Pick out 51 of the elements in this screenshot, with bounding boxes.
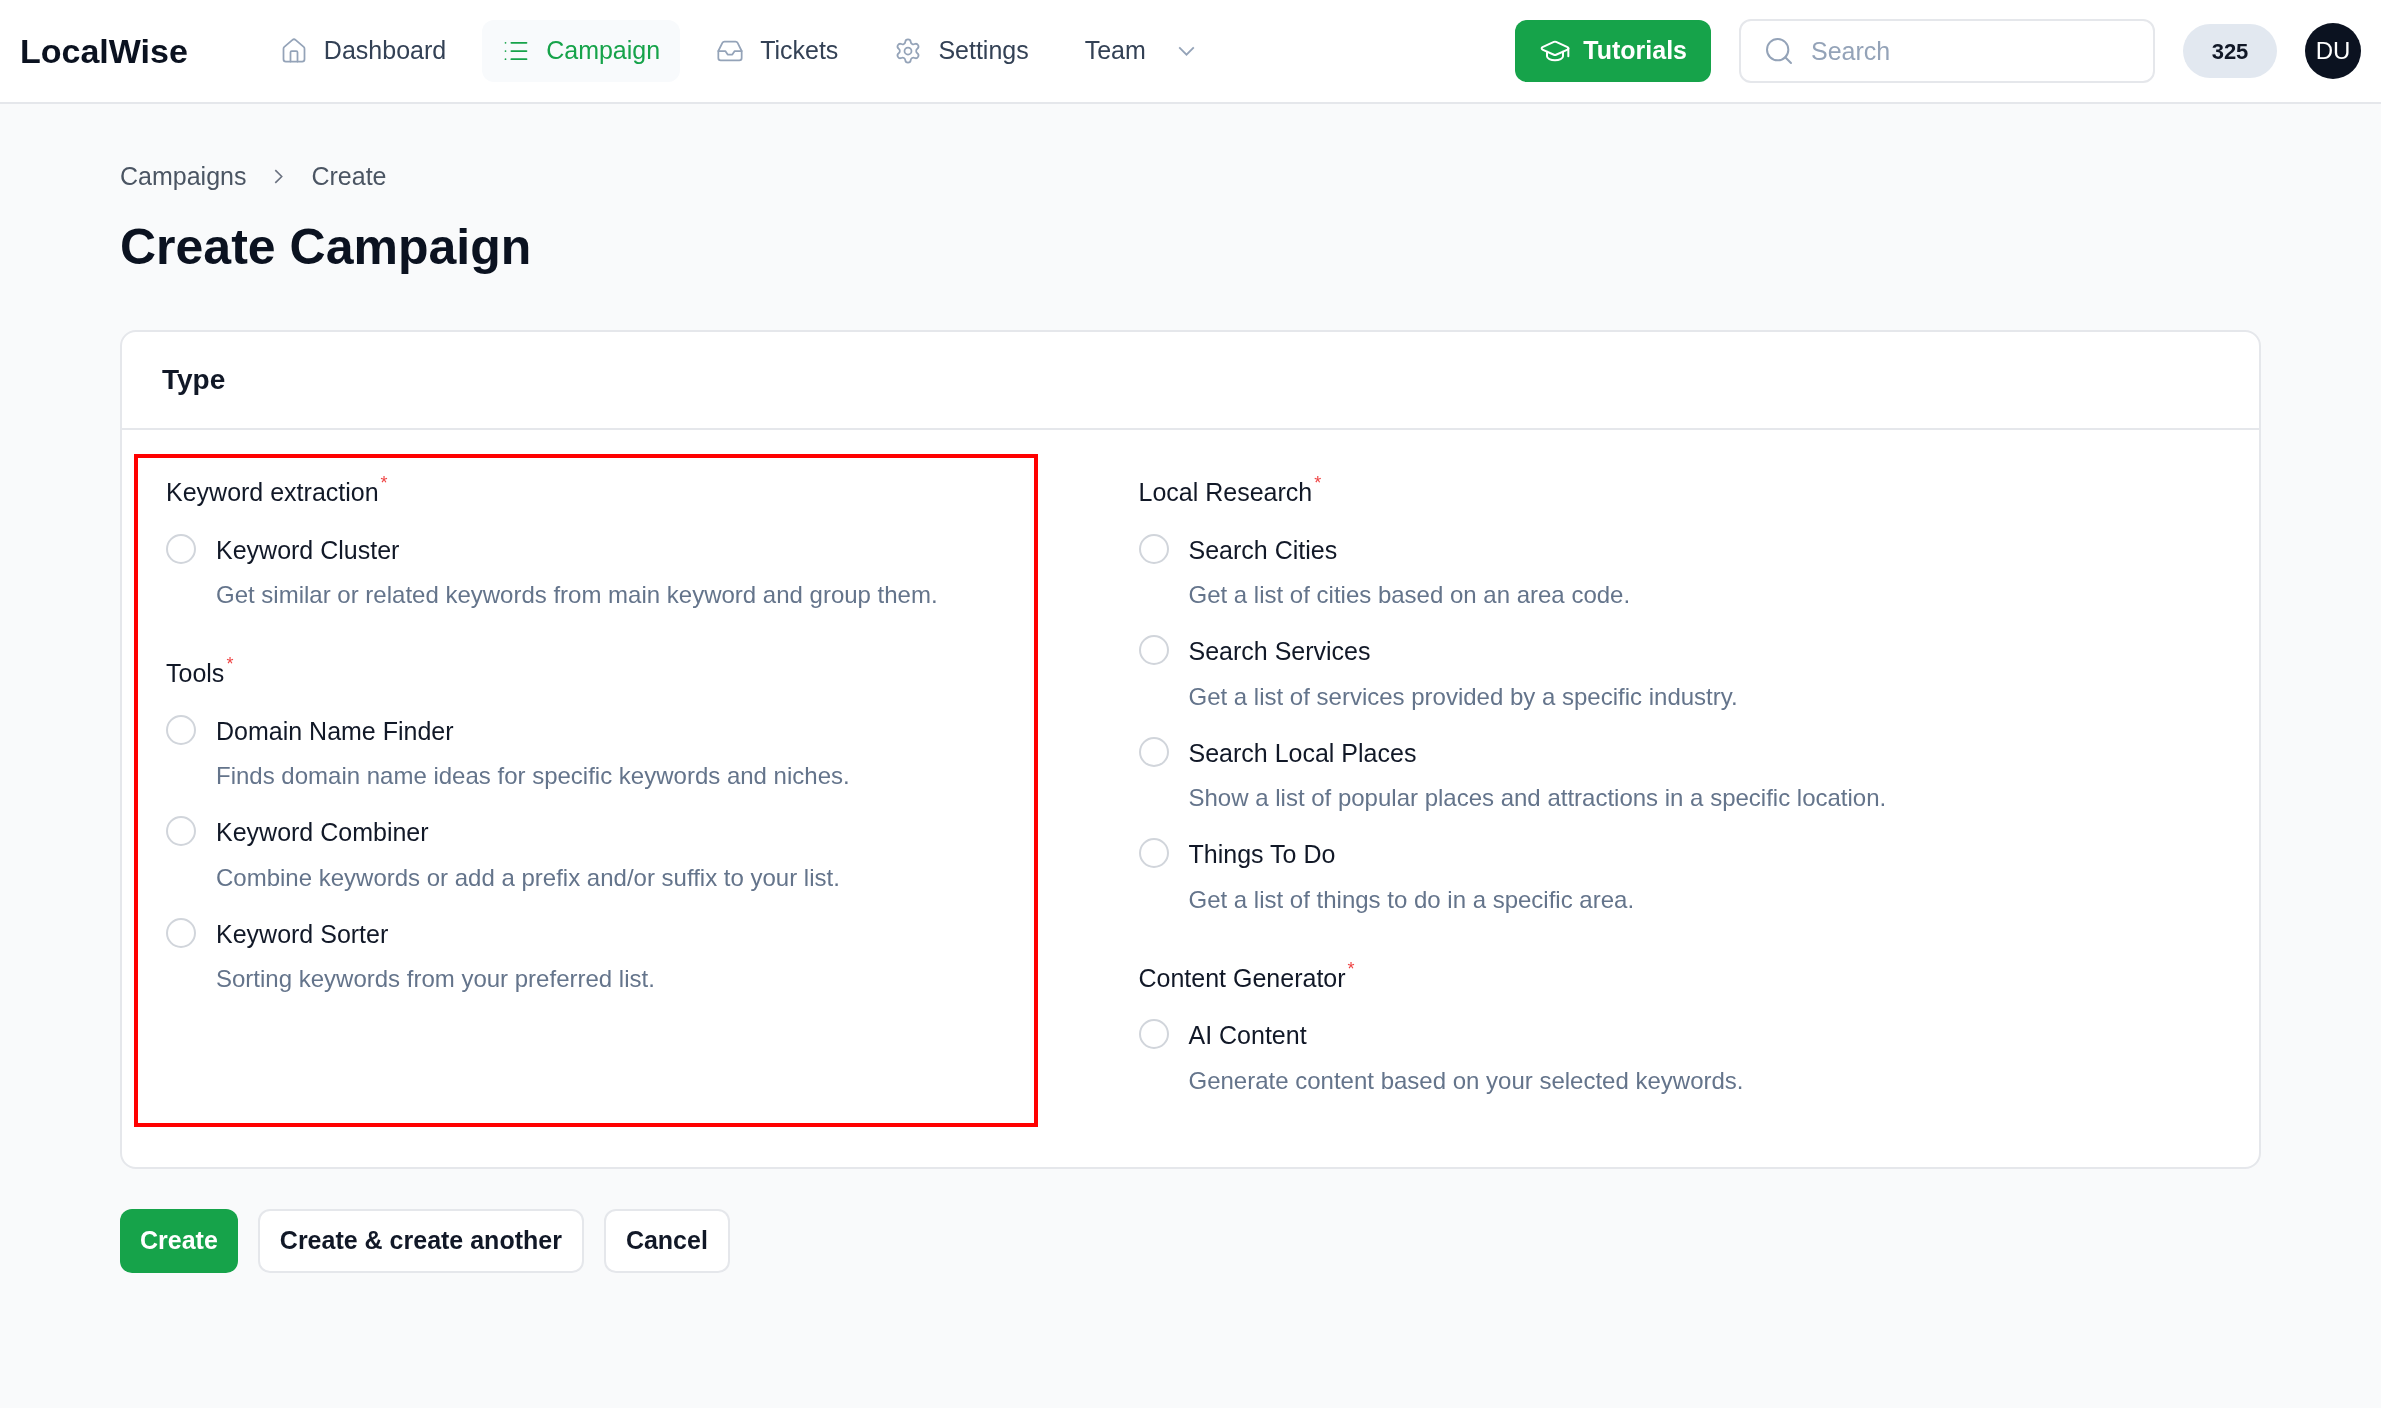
option-description: Generate content based on your selected keywords. [1188, 1065, 1744, 1096]
option-label: Search Services [1188, 636, 1372, 667]
option-description: Sorting keywords from your preferred list. [216, 964, 655, 994]
group-label: Content Generator [1138, 962, 1346, 994]
nav-tab[interactable]: Settings [874, 20, 1049, 82]
secondary-button[interactable]: Cancel [603, 1208, 730, 1273]
radio-button[interactable] [166, 714, 196, 745]
option-description: Get a list of services provided by a specific industry. [1188, 681, 1738, 712]
required-asterisk: * [1347, 959, 1355, 978]
option-label: Search Local Places [1188, 737, 1418, 769]
radio-button[interactable] [1138, 533, 1169, 564]
radio-button[interactable] [1138, 736, 1169, 767]
brand-logo: LocalWise [20, 30, 188, 72]
radio-button[interactable] [1138, 635, 1169, 665]
nav-tab[interactable]: Team [1064, 20, 1215, 82]
search-field[interactable]: Search [1739, 19, 2155, 83]
option-label: Search Cities [1188, 534, 1339, 566]
group-label: Keyword extraction [166, 477, 379, 508]
option-label: AI Content [1188, 1020, 1308, 1051]
radio-button[interactable] [166, 533, 196, 564]
radio-button[interactable] [1138, 838, 1169, 868]
option-description: Show a list of popular places and attractions in a specific location. [1188, 783, 1887, 813]
option-label: Keyword Cluster [216, 534, 401, 566]
option-description: Combine keywords or add a prefix and/or suffix to your list. [216, 862, 840, 893]
chevron-right-icon [274, 169, 284, 185]
option-label: Domain Name Finder [216, 715, 455, 747]
secondary-button[interactable]: Create & create another [257, 1208, 584, 1273]
nav-tab[interactable]: Tickets [696, 20, 859, 82]
required-asterisk: * [226, 655, 234, 673]
user-avatar[interactable]: DU [2305, 23, 2361, 79]
card-title: Type [162, 363, 226, 397]
search-icon [1763, 35, 1795, 67]
count-badge: 325 [2183, 24, 2277, 78]
radio-button[interactable] [1138, 1019, 1169, 1049]
radio-button[interactable] [166, 816, 196, 846]
required-asterisk: * [1314, 474, 1322, 492]
breadcrumb-link[interactable]: Create [311, 158, 387, 196]
breadcrumb-link[interactable]: Campaigns [120, 158, 247, 196]
option-description: Get similar or related keywords from main keyword and group them. [216, 580, 938, 610]
required-asterisk: * [380, 474, 388, 492]
page-title: Create Campaign [120, 217, 533, 277]
option-label: Keyword Combiner [216, 817, 430, 848]
option-description: Get a list of things to do in a specific area. [1188, 884, 1635, 915]
radio-button[interactable] [166, 917, 196, 948]
nav-tab[interactable]: Dashboard [259, 20, 467, 82]
option-label: Things To Do [1188, 839, 1337, 870]
group-label: Local Research [1138, 477, 1313, 508]
option-label: Keyword Sorter [216, 918, 390, 950]
option-description: Get a list of cities based on an area code. [1188, 580, 1631, 610]
group-label: Tools [166, 658, 225, 689]
option-description: Finds domain name ideas for specific keywords and niches. [216, 761, 850, 791]
